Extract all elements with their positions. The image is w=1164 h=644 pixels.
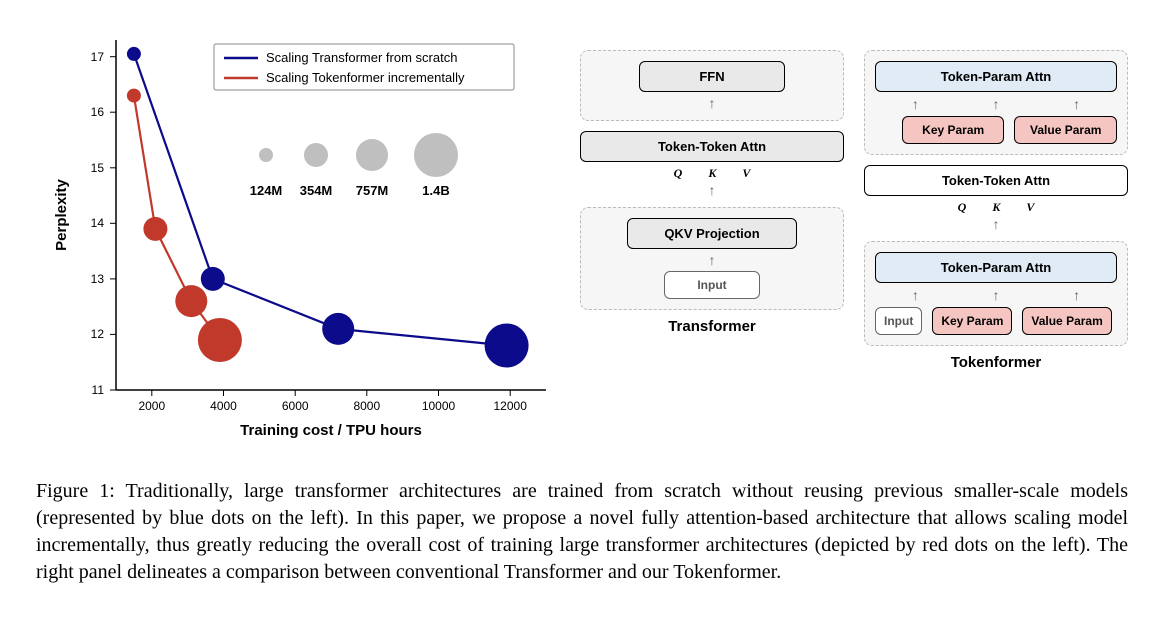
legend-entry-tokenformer: Scaling Tokenformer incrementally [266,70,465,85]
svg-text:13: 13 [91,272,105,286]
token-param-attn-box: Token-Param Attn [875,61,1117,92]
arrow-up-icon: ↑ [709,96,716,110]
figure-caption: Figure 1: Traditionally, large transform… [36,478,1128,586]
tokenformer-attn-group: Token-Token Attn QKV ↑ [864,155,1128,241]
arrow-up-icon: ↑ [956,287,1037,303]
qkv-labels: QKV [674,166,751,181]
legend: Scaling Transformer from scratch Scaling… [214,44,514,90]
svg-text:4000: 4000 [210,399,237,413]
y-axis: 11 12 13 14 15 16 17 Perplexity [53,40,116,397]
svg-text:14: 14 [91,216,105,230]
svg-text:757M: 757M [356,183,389,198]
arrow-up-icon: ↑ [875,96,956,112]
svg-text:10000: 10000 [422,399,456,413]
tokenformer-bottom-group: Token-Param Attn ↑↑↑ Input Key Param Val… [864,241,1128,346]
svg-text:124M: 124M [250,183,283,198]
series-transformer-point [127,47,141,61]
svg-text:2000: 2000 [138,399,165,413]
diagram-transformer: FFN ↑ Token-Token Attn QKV ↑ QKV Project… [580,50,844,460]
arrow-up-icon: ↑ [1036,96,1117,112]
qkv-projection-box: QKV Projection [627,218,796,249]
arrow-up-icon: ↑ [709,183,716,197]
size-legend: 124M 354M 757M 1.4B [250,133,458,198]
input-box: Input [875,307,922,335]
svg-text:17: 17 [91,50,105,64]
value-param-box: Value Param [1014,116,1117,144]
arrow-up-icon: ↑ [993,217,1000,231]
scaling-chart: 11 12 13 14 15 16 17 Perplexity 2000 400… [36,20,566,460]
token-token-attn-box: Token-Token Attn [580,131,844,162]
transformer-ffn-group: FFN ↑ [580,50,844,121]
tokenformer-top-group: Token-Param Attn ↑↑↑ Key Param Value Par… [864,50,1128,155]
series-tokenformer-point [198,318,242,362]
series-transformer-point [322,313,354,345]
arrow-up-icon: ↑ [709,253,716,267]
x-axis-label: Training cost / TPU hours [240,422,422,439]
svg-text:15: 15 [91,161,105,175]
series-tokenformer-point [175,285,207,317]
key-param-box: Key Param [902,116,1005,144]
svg-text:8000: 8000 [353,399,380,413]
arrow-up-icon: ↑ [1036,287,1117,303]
value-param-box: Value Param [1022,307,1111,335]
svg-text:16: 16 [91,105,105,119]
svg-text:1.4B: 1.4B [422,183,449,198]
legend-entry-transformer: Scaling Transformer from scratch [266,50,457,65]
token-token-attn-box: Token-Token Attn [864,165,1128,196]
svg-text:12: 12 [91,327,105,341]
arrow-up-icon: ↑ [956,96,1037,112]
svg-text:12000: 12000 [494,399,528,413]
series-transformer-point [201,267,225,291]
series-transformer-point [485,324,529,368]
x-axis: 2000 4000 6000 8000 10000 12000 Training… [116,390,546,439]
chart-svg: 11 12 13 14 15 16 17 Perplexity 2000 400… [36,20,566,460]
key-param-box: Key Param [932,307,1012,335]
ffn-box: FFN [639,61,784,92]
series-tokenformer-point [143,217,167,241]
token-param-attn-box: Token-Param Attn [875,252,1117,283]
input-box: Input [664,271,761,299]
transformer-attn-group: Token-Token Attn QKV ↑ [580,121,844,207]
qkv-labels: QKV [958,200,1035,215]
diagram-label-transformer: Transformer [668,318,756,335]
svg-text:11: 11 [92,383,105,397]
series-tokenformer-point [127,89,141,103]
svg-text:354M: 354M [300,183,333,198]
y-axis-label: Perplexity [53,178,70,250]
svg-text:6000: 6000 [282,399,309,413]
arrow-up-icon: ↑ [875,287,956,303]
diagram-tokenformer: Token-Param Attn ↑↑↑ Key Param Value Par… [864,50,1128,460]
transformer-input-group: QKV Projection ↑ Input [580,207,844,310]
diagram-label-tokenformer: Tokenformer [951,354,1042,371]
